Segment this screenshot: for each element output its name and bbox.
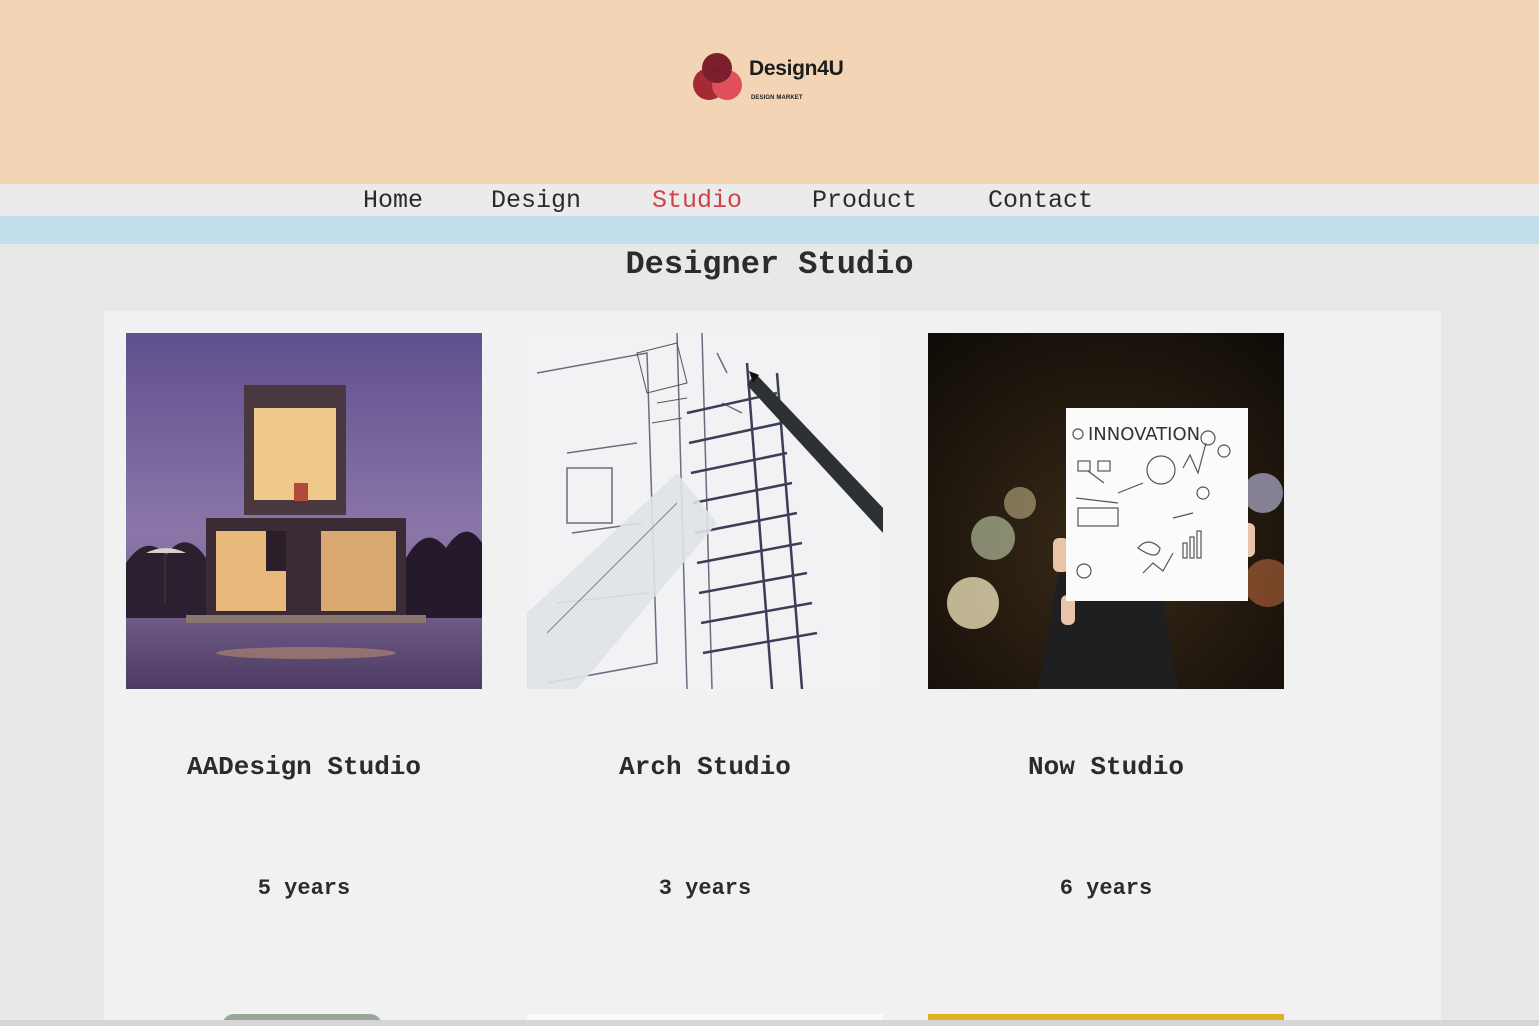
- page-title: Designer Studio: [625, 246, 914, 283]
- studio-name: Arch Studio: [619, 752, 791, 782]
- nav-underline-stripe: [0, 216, 1539, 244]
- modern-house-photo: [126, 333, 482, 689]
- nav-item-home[interactable]: Home: [363, 186, 423, 215]
- nav-item-product[interactable]: Product: [812, 186, 917, 215]
- studio-years: 5 years: [257, 876, 351, 901]
- brand-tagline: DESIGN MARKET: [751, 95, 803, 101]
- studio-years: 6 years: [1059, 876, 1153, 901]
- studio-name: Now Studio: [1027, 752, 1185, 782]
- main-nav: [0, 184, 1539, 216]
- logo-circles-icon: [693, 53, 742, 100]
- innovation-poster-photo: INNOVATION: [928, 333, 1284, 689]
- bottom-edge-bar: [0, 1020, 1539, 1026]
- studio-card-image-aadesign[interactable]: [126, 333, 482, 689]
- brand-logo[interactable]: Design4U DESIGN MARKET: [692, 52, 862, 104]
- nav-item-contact[interactable]: Contact: [988, 186, 1093, 215]
- studio-name: AADesign Studio: [186, 752, 422, 782]
- studio-years: 3 years: [658, 876, 752, 901]
- studio-card-image-now[interactable]: INNOVATION: [928, 333, 1284, 689]
- poster-text: INNOVATION: [1088, 424, 1200, 445]
- nav-item-studio[interactable]: Studio: [652, 186, 742, 215]
- brand-name: Design4U: [749, 57, 844, 80]
- nav-item-design[interactable]: Design: [491, 186, 581, 215]
- blueprint-photo: [527, 333, 883, 689]
- studio-card-image-arch[interactable]: [527, 333, 883, 689]
